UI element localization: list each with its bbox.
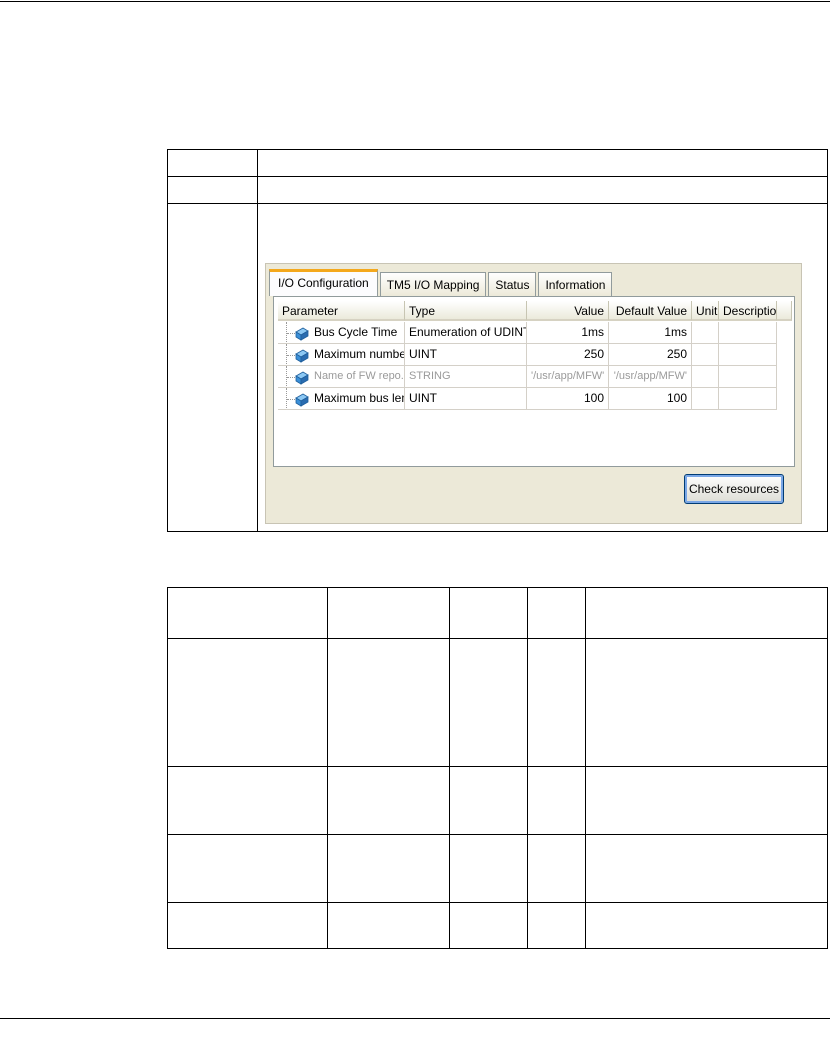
table-cell	[527, 638, 586, 767]
default-value-cell: 1ms	[609, 322, 692, 344]
check-resources-button[interactable]: Check resources	[684, 474, 784, 504]
tab-tm5-io-mapping[interactable]: TM5 I/O Mapping	[379, 272, 487, 296]
type-cell: Enumeration of UDINT	[405, 322, 527, 344]
column-header-unit[interactable]: Unit	[692, 301, 719, 321]
header-cell	[167, 587, 328, 639]
procedure-row	[167, 176, 828, 204]
table-cell	[449, 766, 528, 835]
table-cell	[585, 766, 828, 835]
procedure-cell	[257, 149, 828, 177]
column-header-type[interactable]: Type	[405, 301, 527, 321]
parameter-cell: Bus Cycle Time	[278, 322, 405, 344]
procedure-cell	[167, 149, 258, 177]
table-cell	[585, 638, 828, 767]
parameter-description-table	[167, 587, 828, 949]
table-cell	[585, 834, 828, 903]
parameter-grid: Parameter Type Value Default Value Unit …	[273, 296, 795, 467]
value-cell[interactable]: 250	[527, 344, 609, 366]
type-cell: UINT	[405, 344, 527, 366]
default-value-cell: '/usr/app/MFW'	[609, 366, 692, 388]
table-row[interactable]: Bus Cycle Time Enumeration of UDINT 1ms …	[278, 322, 777, 344]
default-value-cell: 250	[609, 344, 692, 366]
procedure-cell	[167, 203, 258, 532]
value-cell[interactable]: 100	[527, 388, 609, 410]
tab-information[interactable]: Information	[538, 272, 613, 296]
column-header-filler	[777, 301, 792, 321]
parameter-name: Name of FW repo...	[314, 370, 405, 382]
table-row[interactable]: Maximum number... UINT 250 250	[278, 344, 777, 366]
parameter-icon	[295, 393, 309, 407]
description-cell	[719, 322, 777, 344]
parameter-icon	[295, 371, 309, 385]
table-cell	[449, 638, 528, 767]
column-header-description[interactable]: Description	[719, 301, 777, 321]
table-cell	[167, 638, 328, 767]
header-cell	[585, 587, 828, 639]
procedure-cell	[257, 176, 828, 204]
procedure-row	[167, 149, 828, 177]
table-cell	[527, 834, 586, 903]
unit-cell	[692, 388, 719, 410]
description-cell	[719, 344, 777, 366]
table-row	[167, 766, 828, 835]
table-cell	[449, 902, 528, 949]
header-cell	[527, 587, 586, 639]
table-header-row	[167, 587, 828, 639]
description-cell	[719, 366, 777, 388]
page-bottom-rule	[0, 1018, 830, 1019]
table-cell	[449, 834, 528, 903]
tab-io-configuration[interactable]: I/O Configuration	[269, 269, 378, 296]
value-cell[interactable]: '/usr/app/MFW'	[527, 366, 609, 388]
procedure-cell	[167, 176, 258, 204]
unit-cell	[692, 344, 719, 366]
table-row[interactable]: Name of FW repo... STRING '/usr/app/MFW'…	[278, 366, 777, 388]
table-cell	[327, 834, 450, 903]
table-cell	[167, 834, 328, 903]
table-cell	[167, 902, 328, 949]
parameter-icon	[295, 327, 309, 341]
parameter-cell: Maximum bus len...	[278, 388, 405, 410]
column-header-parameter[interactable]: Parameter	[278, 301, 405, 321]
page-top-rule	[0, 1, 830, 2]
table-cell	[327, 638, 450, 767]
table-row	[167, 834, 828, 903]
parameter-name: Maximum bus len...	[314, 391, 404, 405]
parameter-cell: Name of FW repo...	[278, 366, 405, 388]
table-row	[167, 902, 828, 949]
parameter-name: Bus Cycle Time	[314, 325, 398, 339]
table-row	[167, 638, 828, 767]
value-cell[interactable]: 1ms	[527, 322, 609, 344]
type-cell: UINT	[405, 388, 527, 410]
io-configuration-panel: I/O Configuration TM5 I/O Mapping Status…	[265, 263, 802, 524]
grid-body: Bus Cycle Time Enumeration of UDINT 1ms …	[278, 322, 777, 410]
header-cell	[327, 587, 450, 639]
tab-bar: I/O Configuration TM5 I/O Mapping Status…	[269, 269, 614, 296]
column-header-default-value[interactable]: Default Value	[609, 301, 692, 321]
description-cell	[719, 388, 777, 410]
header-cell	[449, 587, 528, 639]
unit-cell	[692, 322, 719, 344]
column-header-value[interactable]: Value	[527, 301, 609, 321]
tab-status[interactable]: Status	[488, 272, 537, 296]
type-cell: STRING	[405, 366, 527, 388]
default-value-cell: 100	[609, 388, 692, 410]
parameter-name: Maximum number...	[314, 347, 404, 361]
table-cell	[527, 766, 586, 835]
table-cell	[167, 766, 328, 835]
unit-cell	[692, 366, 719, 388]
parameter-cell: Maximum number...	[278, 344, 405, 366]
table-row[interactable]: Maximum bus len... UINT 100 100	[278, 388, 777, 410]
table-cell	[585, 902, 828, 949]
grid-header: Parameter Type Value Default Value Unit …	[278, 301, 792, 321]
table-cell	[527, 902, 586, 949]
table-cell	[327, 902, 450, 949]
table-cell	[327, 766, 450, 835]
parameter-icon	[295, 349, 309, 363]
